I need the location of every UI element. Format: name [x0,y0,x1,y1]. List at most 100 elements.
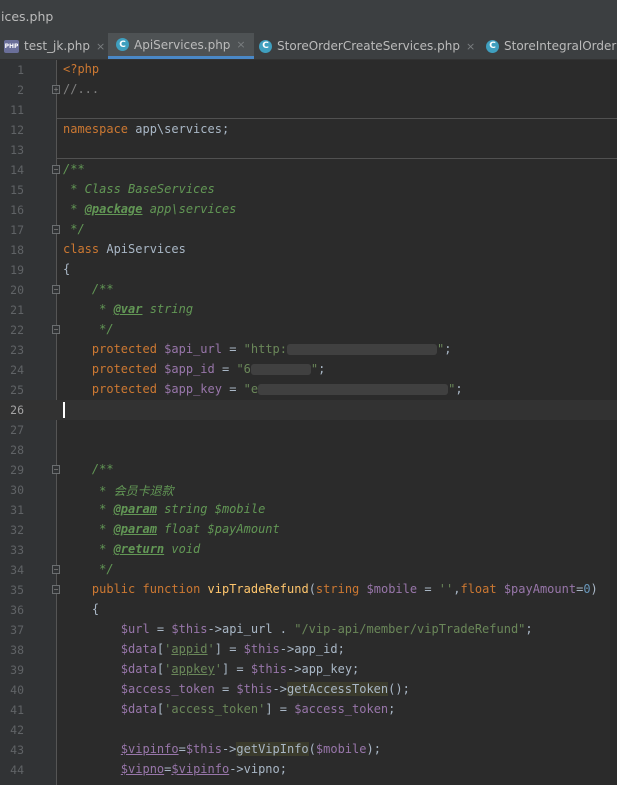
line-code: * @param string $mobile [63,502,266,516]
line-code: * @var string [63,302,194,316]
line-number: 23 [10,343,24,357]
line-number: 17 [10,223,24,237]
line-code: //... [63,82,100,96]
fold-toggle-icon[interactable]: − [52,225,60,234]
code-line[interactable]: 15 * Class BaseServices [0,180,617,200]
code-line[interactable]: 20 − /** [0,280,617,300]
line-code: /** [63,162,85,176]
code-line[interactable]: 1 <?php [0,60,617,80]
code-line[interactable]: 28 [0,440,617,460]
code-line[interactable]: 41 $data['access_token'] = $access_token… [0,700,617,720]
code-line[interactable]: 13 [0,140,617,160]
line-number: 41 [10,703,24,717]
line-number: 1 [17,63,24,77]
line-number: 38 [10,643,24,657]
tab-label: ApiServices.php [134,37,231,52]
redacted-value [258,384,449,395]
line-code: $access_token = $this->getAccessToken(); [120,682,410,696]
line-code: { [63,602,100,616]
code-line[interactable]: 19 { [0,260,617,280]
line-number: 31 [10,503,24,517]
code-line[interactable]: 44 $vipno=$vipinfo->vipno; [0,760,617,780]
code-line[interactable]: 32 * @param float $payAmount [0,520,617,540]
close-icon[interactable]: × [466,40,475,53]
line-number: 37 [10,623,24,637]
line-number: 27 [10,423,24,437]
close-icon[interactable]: × [96,40,105,53]
line-number: 22 [10,323,24,337]
line-code: protected $app_key = "e "; [91,382,463,396]
line-code: * Class BaseServices [63,182,215,196]
line-number: 44 [10,763,24,777]
fold-toggle-icon[interactable]: − [52,465,60,474]
line-code: namespace app\services; [63,122,230,136]
class-icon: C [116,38,129,51]
line-number: 30 [10,483,24,497]
code-line[interactable]: 26 [0,400,617,420]
code-line[interactable]: 18 class ApiServices [0,240,617,260]
tab-test-jk[interactable]: PHP test_jk.php × [4,33,105,59]
tab-store-integral-order[interactable]: C StoreIntegralOrderS [486,33,617,59]
code-line[interactable]: 14 −/** [0,160,617,180]
code-line[interactable]: 23 protected $api_url = "http: "; [0,340,617,360]
fold-toggle-icon[interactable]: − [52,285,60,294]
fold-toggle-icon[interactable]: − [52,325,60,334]
code-line[interactable]: 40 $access_token = $this->getAccessToken… [0,680,617,700]
line-number: 20 [10,283,24,297]
line-number: 36 [10,603,24,617]
tab-label: StoreOrderCreateServices.php [277,39,460,53]
line-number: 24 [10,363,24,377]
tab-label: test_jk.php [24,39,90,53]
code-line[interactable]: 35 − public function vipTradeRefund(strin… [0,580,617,600]
class-icon: C [259,39,272,53]
tab-api-services[interactable]: C ApiServices.php × [108,33,254,59]
code-line[interactable]: 38 $data['appid'] = $this->app_id; [0,640,617,660]
line-number: 39 [10,663,24,677]
fold-toggle-icon[interactable]: − [52,585,60,594]
line-number: 32 [10,523,24,537]
redacted-value [250,364,311,375]
line-number: 19 [10,263,24,277]
fold-toggle-icon[interactable]: + [52,85,60,94]
code-line[interactable]: 36 { [0,600,617,620]
redacted-value [287,344,438,355]
line-number: 33 [10,543,24,557]
code-line[interactable]: 34 − */ [0,560,617,580]
method-separator [57,158,617,159]
fold-toggle-icon[interactable]: − [52,565,60,574]
code-line[interactable]: 43 $vipinfo=$this->getVipInfo($mobile); [0,740,617,760]
code-line[interactable]: 31 * @param string $mobile [0,500,617,520]
line-number: 11 [10,103,24,117]
code-line[interactable]: 16 * @package app\services [0,200,617,220]
line-number: 13 [10,143,24,157]
tab-store-order-create-services[interactable]: C StoreOrderCreateServices.php × [259,33,475,59]
code-line[interactable]: 2 +//... [0,80,617,100]
code-line[interactable]: 42 [0,720,617,740]
code-line[interactable]: 11 [0,100,617,120]
code-line[interactable]: 39 $data['appkey'] = $this->app_key; [0,660,617,680]
fold-toggle-icon[interactable]: − [52,165,60,174]
line-code: $vipno=$vipinfo->vipno; [120,762,287,776]
code-line[interactable]: 21 * @var string [0,300,617,320]
line-code: /** [63,282,114,296]
code-line[interactable]: 30 * 会员卡退款 [0,480,617,500]
line-number: 43 [10,743,24,757]
window-titlebar: ices.php [0,0,617,33]
code-line[interactable]: 24 protected $app_id = "6 "; [0,360,617,380]
line-number: 14 [10,163,24,177]
line-number: 12 [10,123,24,137]
code-line[interactable]: 37 $url = $this->api_url . "/vip-api/mem… [0,620,617,640]
line-code: <?php [63,62,100,76]
close-icon[interactable]: × [236,38,245,51]
code-line[interactable]: 25 protected $app_key = "e "; [0,380,617,400]
code-line[interactable]: 22 − */ [0,320,617,340]
code-line[interactable]: 27 [0,420,617,440]
line-number: 35 [10,583,24,597]
line-code: * @package app\services [63,202,237,216]
line-code: $url = $this->api_url . "/vip-api/member… [120,622,533,636]
line-code: * @param float $payAmount [63,522,280,536]
code-line[interactable]: 33 * @return void [0,540,617,560]
code-line[interactable]: 29 − /** [0,460,617,480]
code-line[interactable]: 12 namespace app\services; [0,120,617,140]
code-line[interactable]: 17 − */ [0,220,617,240]
